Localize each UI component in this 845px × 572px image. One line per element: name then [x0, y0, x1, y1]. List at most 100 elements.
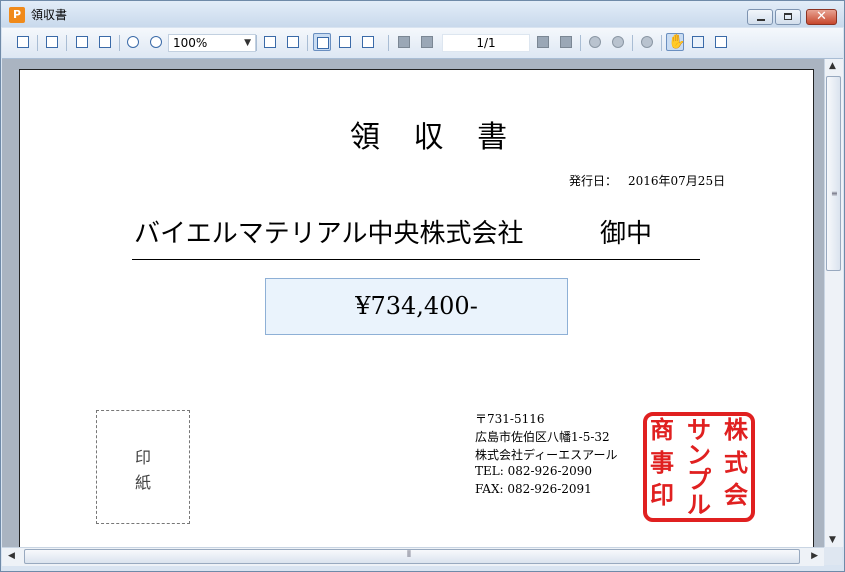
fit-width-button[interactable] — [261, 33, 279, 51]
seal-characters: 株 式 会 サ ン プ ル 商 事 印 — [650, 415, 749, 519]
last-page-icon — [560, 36, 572, 48]
first-page-icon — [398, 36, 410, 48]
single-page-icon — [317, 37, 329, 49]
zoom-out-button[interactable] — [147, 33, 165, 51]
seal-char: 印 — [650, 480, 674, 509]
sender-fax: FAX: 082-926-2091 — [475, 482, 592, 496]
horizontal-scroll-thumb[interactable]: ⦀ — [24, 549, 800, 564]
find-button[interactable] — [96, 33, 114, 51]
app-window: P 領収書 ✕ 100% ▼ 1/1 ✋ 領 収 書 発行日： 2016年07月… — [0, 0, 845, 572]
scrollbar-corner — [824, 547, 842, 565]
previous-page-icon — [421, 36, 433, 48]
toolbar: 100% ▼ 1/1 ✋ — [2, 28, 843, 59]
seal-char: 株 — [724, 415, 749, 444]
hand-tool-icon: ✋ — [668, 34, 686, 50]
issue-date: 2016年07月25日 — [628, 174, 726, 188]
scroll-grip-icon: ≡ — [831, 189, 838, 198]
document-viewport[interactable]: 領 収 書 発行日： 2016年07月25日 バイエルマテリアル中央株式会社 御… — [2, 59, 824, 547]
multi-page-icon — [362, 36, 374, 48]
first-page-button[interactable] — [395, 33, 413, 51]
sender-tel: TEL: 082-926-2090 — [475, 464, 593, 478]
receipt-page: 領 収 書 発行日： 2016年07月25日 バイエルマテリアル中央株式会社 御… — [19, 69, 814, 547]
amount-box: ¥734,400- — [265, 278, 568, 335]
app-icon[interactable]: P — [9, 7, 25, 23]
multi-page-button[interactable] — [359, 33, 377, 51]
amount: ¥734,400- — [355, 292, 478, 320]
snapshot-icon — [715, 36, 727, 48]
fit-width-icon — [264, 36, 276, 48]
revenue-stamp-area: 印 紙 — [96, 410, 190, 524]
close-icon: ✕ — [816, 9, 827, 24]
scroll-up-icon[interactable]: ▲ — [829, 61, 836, 71]
toolbar-separator — [119, 35, 120, 51]
zoom-in-icon — [127, 36, 139, 48]
recipient-name: バイエルマテリアル中央株式会社 — [134, 219, 524, 249]
scroll-left-icon[interactable]: ◀ — [8, 551, 15, 561]
close-button[interactable]: ✕ — [806, 9, 837, 25]
copy-page-button[interactable] — [73, 33, 91, 51]
back-icon — [589, 36, 601, 48]
minimize-button[interactable] — [747, 9, 773, 25]
print-button[interactable] — [43, 33, 61, 51]
print-icon — [46, 36, 58, 48]
zoom-in-button[interactable] — [124, 33, 142, 51]
copy-icon — [17, 36, 29, 48]
seal-char: 商 — [650, 415, 674, 444]
seal-char: 事 — [650, 448, 674, 477]
sender-company: 株式会社ディーエスアール — [475, 448, 618, 462]
toolbar-separator — [580, 35, 581, 51]
fit-page-icon — [287, 36, 299, 48]
zoom-value: 100% — [173, 36, 208, 50]
forward-icon — [612, 36, 624, 48]
document-title: 領 収 書 — [350, 120, 520, 155]
minimize-icon — [757, 19, 765, 21]
refresh-button[interactable] — [638, 33, 656, 51]
copy-button[interactable] — [14, 33, 32, 51]
snapshot-button[interactable] — [712, 33, 730, 51]
revenue-stamp-label: 印 紙 — [134, 448, 151, 492]
vertical-scroll-thumb[interactable]: ≡ — [826, 76, 841, 271]
fit-page-button[interactable] — [284, 33, 302, 51]
toolbar-separator — [632, 35, 633, 51]
previous-page-button[interactable] — [418, 33, 436, 51]
sender-address: 広島市佐伯区八幡1-5-32 — [475, 430, 610, 444]
chevron-down-icon: ▼ — [244, 38, 251, 48]
maximize-icon — [784, 13, 792, 20]
recipient-suffix: 御中 — [600, 219, 653, 249]
scroll-down-icon[interactable]: ▼ — [829, 535, 836, 545]
next-page-button[interactable] — [534, 33, 552, 51]
zoom-out-icon — [150, 36, 162, 48]
maximize-button[interactable] — [775, 9, 801, 25]
recipient-underline — [132, 259, 700, 260]
toolbar-separator — [661, 35, 662, 51]
seal-char: ル — [687, 490, 711, 519]
title-bar[interactable]: P 領収書 ✕ — [1, 1, 844, 27]
hand-tool-button[interactable]: ✋ — [666, 33, 686, 51]
window-title: 領収書 — [31, 8, 68, 22]
sender-postal: 〒731-5116 — [475, 412, 545, 426]
toolbar-separator — [256, 35, 257, 51]
toolbar-separator — [307, 35, 308, 51]
company-seal: 株 式 会 サ ン プ ル 商 事 印 — [643, 412, 755, 522]
find-icon — [99, 36, 111, 48]
toolbar-separator — [66, 35, 67, 51]
back-button[interactable] — [586, 33, 604, 51]
horizontal-scrollbar[interactable]: ◀ ⦀ ▶ — [2, 547, 824, 566]
copy-page-icon — [76, 36, 88, 48]
page-indicator[interactable]: 1/1 — [442, 34, 530, 52]
select-text-icon — [692, 36, 704, 48]
vertical-scrollbar[interactable]: ▲ ≡ ▼ — [824, 59, 843, 547]
last-page-button[interactable] — [557, 33, 575, 51]
toolbar-separator — [388, 35, 389, 51]
single-page-button[interactable] — [313, 33, 331, 51]
refresh-icon — [641, 36, 653, 48]
select-text-button[interactable] — [689, 33, 707, 51]
continuous-page-button[interactable] — [336, 33, 354, 51]
continuous-page-icon — [339, 36, 351, 48]
scroll-grip-icon: ⦀ — [407, 550, 411, 560]
seal-char: 式 — [724, 448, 748, 477]
issue-date-label: 発行日： — [569, 174, 618, 188]
zoom-select[interactable]: 100% ▼ — [168, 34, 256, 52]
scroll-right-icon[interactable]: ▶ — [811, 551, 818, 561]
forward-button[interactable] — [609, 33, 627, 51]
